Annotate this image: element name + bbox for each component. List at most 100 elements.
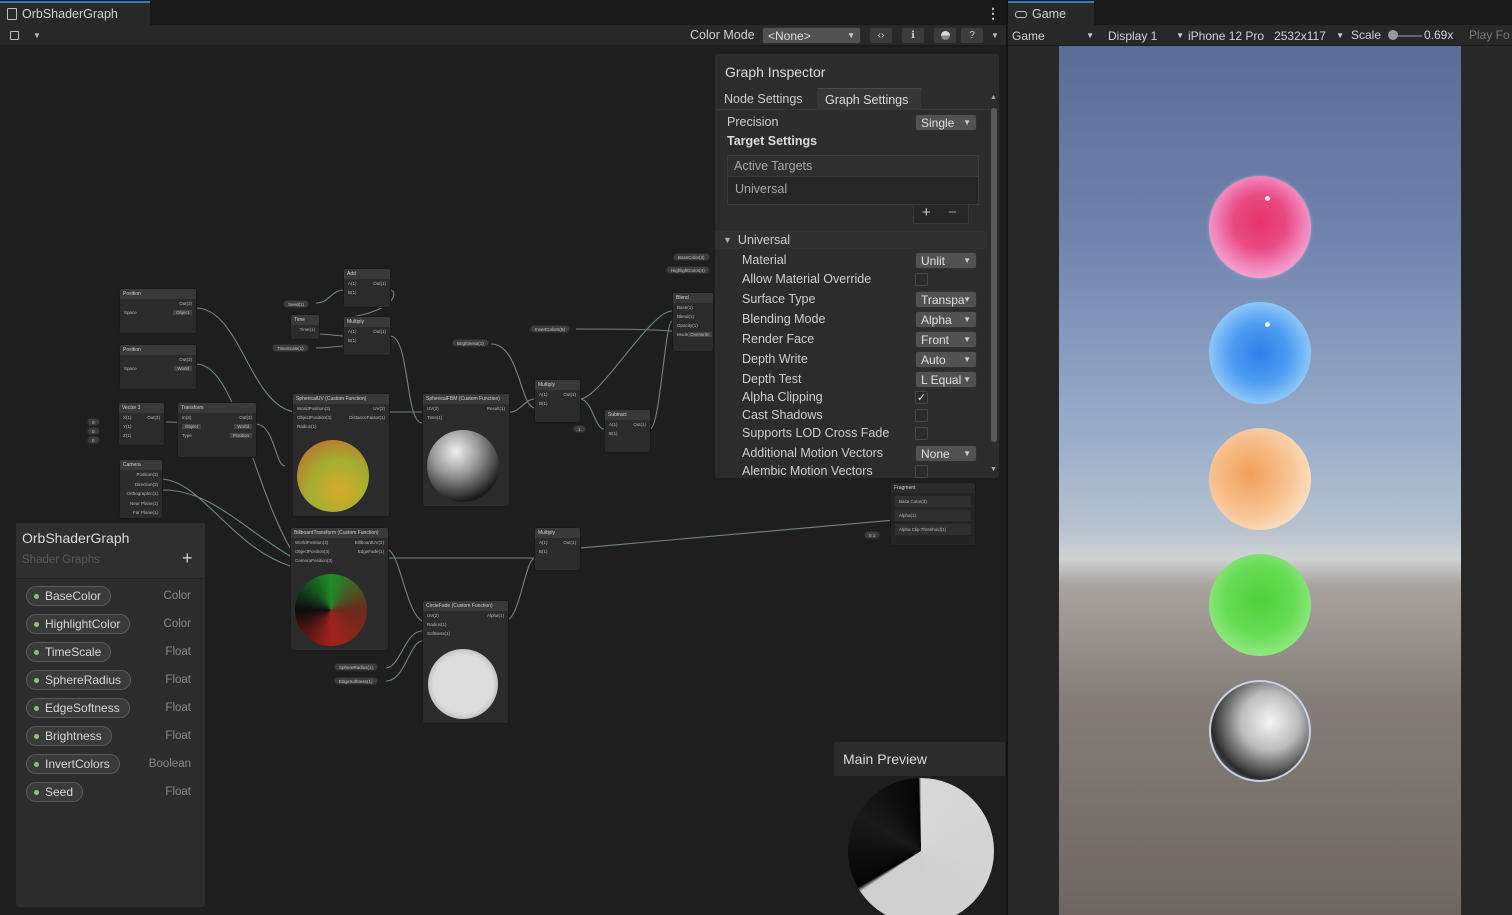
node-port-row[interactable]: A(1) Out(1) (344, 279, 390, 288)
alembic-motion-vectors-checkbox[interactable] (915, 465, 928, 478)
multiply-node-fade[interactable]: Multiply A(1) Out(1) B(1) (534, 527, 581, 571)
blackboard-toggle-button[interactable]: ℹ (901, 27, 925, 44)
timescale-property-node[interactable]: TimeScale(1) (272, 344, 309, 352)
transform-node[interactable]: Transform In(3) Out(3) Object World Type Po… (177, 402, 257, 458)
edgesoftness-property-node[interactable]: EdgeSoftness(1) (334, 677, 378, 685)
toolbar-overflow-chevron-icon[interactable]: ▼ (988, 25, 1002, 46)
color-mode-dropdown[interactable]: <None> ▼ (762, 27, 861, 44)
mode-dropdown[interactable]: Overwrite (688, 332, 712, 337)
subtract-node[interactable]: Subtract A(1) Out(1) B(1) (604, 409, 651, 453)
display-dropdown[interactable]: Display 1 ▼ (1108, 27, 1184, 44)
orange-orb[interactable] (1209, 428, 1311, 530)
add-property-button[interactable]: + (182, 548, 193, 569)
game-view-dropdown[interactable]: Game ▼ (1012, 27, 1096, 44)
blackboard-property-row[interactable]: EdgeSoftness Float (16, 697, 205, 719)
property-pill[interactable]: BaseColor (26, 586, 112, 606)
active-target-item[interactable]: Universal (735, 182, 787, 196)
property-pill[interactable]: TimeScale (26, 642, 112, 662)
time-node[interactable]: Time Time(1) (290, 314, 320, 340)
inspector-scrollbar[interactable]: ▲ ▼ (989, 94, 999, 478)
node-port-b[interactable]: B(1) (535, 399, 580, 408)
alpha-clip-threshold-input[interactable]: 0.1 (864, 531, 881, 539)
scroll-down-icon[interactable]: ▼ (990, 466, 997, 473)
node-port-time[interactable]: Time(1) (423, 413, 509, 422)
camera-port[interactable]: Direction(3) (120, 480, 162, 490)
main-preview-toggle-button[interactable] (933, 27, 957, 44)
node-port-row[interactable]: WorldPosition(3) BillboardUV(2) (291, 538, 388, 547)
space-dropdown[interactable]: World (174, 366, 192, 371)
property-pill[interactable]: EdgeSoftness (26, 698, 130, 718)
play-focused-dropdown[interactable]: Play Fo (1469, 28, 1510, 42)
blackboard-property-row[interactable]: Seed Float (16, 781, 205, 803)
fragment-block[interactable]: Alpha(1) (895, 510, 971, 521)
circlefade-node[interactable]: CircleFade (Custom Function) UV(2) Alpha(… (422, 600, 509, 724)
node-port-b[interactable]: B(1) (344, 288, 390, 297)
property-pill[interactable]: SphereRadius (26, 670, 132, 690)
material-dropdown[interactable]: Unlit ▼ (915, 252, 977, 269)
node-port-row[interactable]: A(1) Out(1) (605, 420, 650, 429)
blackboard-property-row[interactable]: Brightness Float (16, 725, 205, 747)
type-dropdown[interactable]: Position (229, 433, 252, 438)
blue-orb[interactable] (1209, 302, 1311, 404)
depth-test-dropdown[interactable]: L Equal ▼ (915, 371, 977, 388)
fragment-block[interactable]: Base Color(3) (895, 496, 971, 507)
node-port-b[interactable]: B(1) (605, 429, 650, 438)
subtract-a-input[interactable]: 1 (573, 425, 586, 433)
node-port-row[interactable]: ObjectPosition(3) EdgeFade(1) (291, 547, 388, 556)
node-port-row[interactable]: A(1) Out(1) (535, 390, 580, 399)
tab-node-settings[interactable]: Node Settings (724, 92, 803, 106)
node-port-row[interactable]: WorldPosition(3) UV(2) (293, 404, 389, 413)
vector-z-input[interactable]: 0 (87, 436, 100, 444)
scroll-up-icon[interactable]: ▲ (990, 94, 997, 101)
sphericalfbm-node[interactable]: SphericalFBM (Custom Function) UV(2) Resu… (422, 393, 510, 507)
scrollbar-thumb[interactable] (991, 108, 997, 442)
add-target-button[interactable]: + (922, 204, 931, 221)
to-space-dropdown[interactable]: World (234, 424, 252, 429)
save-asset-icon[interactable] (6, 25, 22, 46)
depth-write-dropdown[interactable]: Auto ▼ (915, 351, 977, 368)
blackboard-property-row[interactable]: SphereRadius Float (16, 669, 205, 691)
cast-shadows-checkbox[interactable] (915, 409, 928, 422)
node-port-out[interactable]: Out(3) (120, 355, 196, 364)
shader-graph-tab[interactable]: OrbShaderGraph (0, 1, 150, 25)
multiply-node-brightness[interactable]: Multiply A(1) Out(1) B(1) (534, 379, 581, 423)
camera-port[interactable]: Position(3) (120, 470, 162, 480)
camera-node[interactable]: Camera Position(3) Direction(3) Orthogra… (119, 459, 163, 519)
node-port-blend[interactable]: Blend(1) (673, 312, 713, 321)
tab-menu-kebab-icon[interactable]: ⋮ (986, 6, 1000, 20)
blackboard-property-row[interactable]: BaseColor Color (16, 585, 205, 607)
game-viewport[interactable] (1059, 46, 1461, 915)
show-in-project-button[interactable]: ‹› (869, 27, 893, 44)
node-port-y[interactable]: Y(1) (119, 422, 164, 431)
node-port-x[interactable]: X(1) Out(3) (119, 413, 164, 422)
fragment-block[interactable]: Alpha Clip Threshold(1) (895, 524, 971, 535)
render-face-dropdown[interactable]: Front ▼ (915, 331, 977, 348)
monochrome-orb[interactable] (1209, 680, 1311, 782)
node-port-row[interactable]: A(1) Out(1) (535, 538, 580, 547)
brightness-property-node[interactable]: Brightness(1) (452, 339, 489, 347)
pink-orb[interactable] (1209, 176, 1311, 278)
universal-foldout[interactable]: ▼ Universal (715, 231, 987, 249)
game-tab[interactable]: Game (1008, 1, 1094, 25)
allow-material-override-checkbox[interactable] (915, 273, 928, 286)
blackboard-property-row[interactable]: TimeScale Float (16, 641, 205, 663)
scale-slider-thumb[interactable] (1388, 30, 1398, 40)
sphereradius-property-node[interactable]: SphereRadius(1) (334, 663, 379, 671)
position-node-world[interactable]: Position Out(3) Space World (119, 344, 197, 390)
fragment-context[interactable]: Fragment Base Color(3) Alpha(1) Alpha Cl… (890, 482, 976, 546)
surface-type-dropdown[interactable]: Transpa ▼ (915, 291, 977, 308)
node-port-out[interactable]: Out(3) (120, 299, 196, 308)
resolution-dropdown[interactable]: iPhone 12 Pro 2532x117 ▼ (1188, 27, 1344, 44)
space-dropdown[interactable]: Object (172, 310, 192, 315)
node-port-row[interactable]: In(3) Out(3) (178, 413, 256, 422)
basecolor-property-node[interactable]: BaseColor(4) (673, 253, 710, 261)
lod-cross-fade-checkbox[interactable] (915, 427, 928, 440)
node-port-radius[interactable]: Radius(1) (293, 422, 389, 431)
add-node[interactable]: Add A(1) Out(1) B(1) (343, 268, 391, 308)
node-port-softness[interactable]: Softness(1) (423, 629, 508, 638)
property-pill[interactable]: HighlightColor (26, 614, 131, 634)
position-node-object[interactable]: Position Out(3) Space Object (119, 288, 197, 334)
property-pill[interactable]: InvertColors (26, 754, 120, 774)
seed-property-node[interactable]: Seed(1) (283, 300, 310, 308)
node-port-row[interactable]: UV(2) Alpha(1) (423, 611, 508, 620)
